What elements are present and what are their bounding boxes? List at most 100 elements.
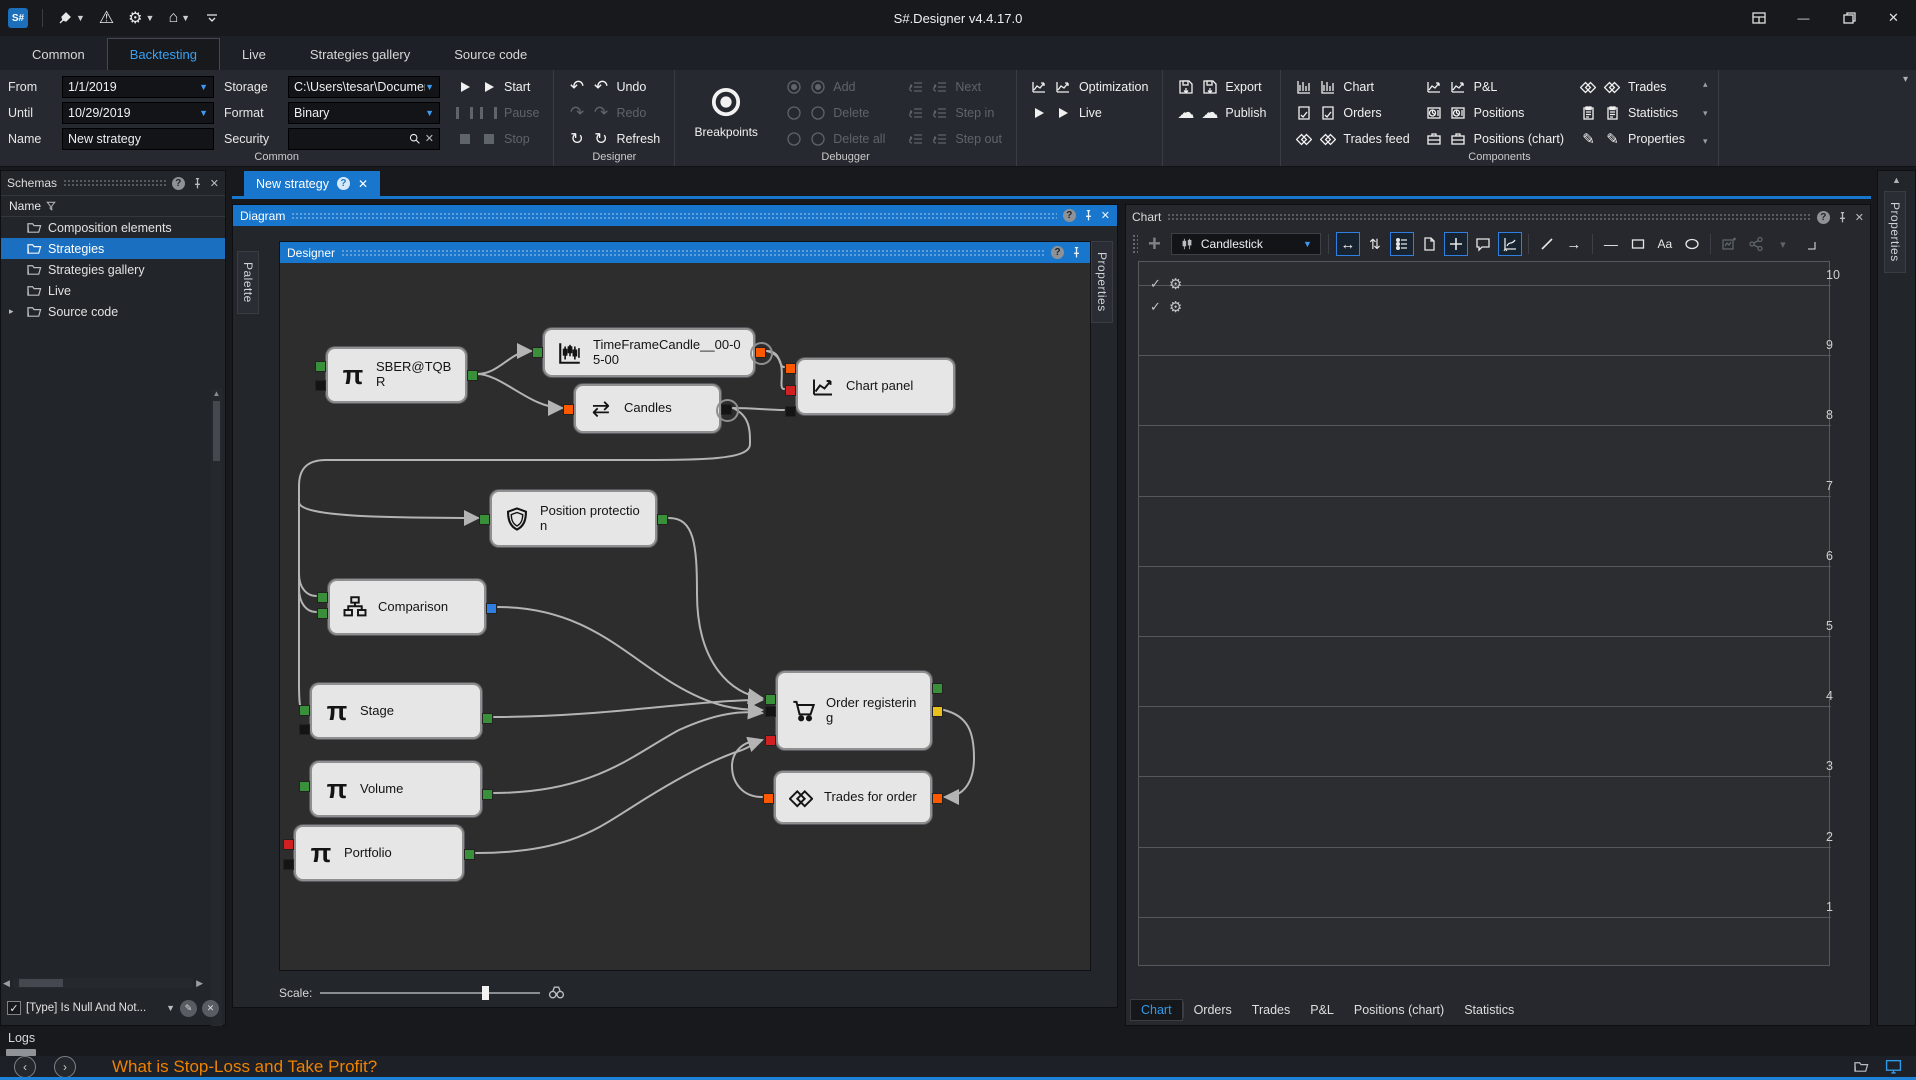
settings-gear-icon[interactable]: ⚙▼ xyxy=(128,8,154,28)
port-black[interactable] xyxy=(765,706,776,717)
scroll-up-icon[interactable]: ▲ xyxy=(1878,171,1915,189)
node-orderreg[interactable]: Order registering xyxy=(776,671,932,750)
panes-icon[interactable] xyxy=(1736,0,1781,36)
diagram-edge[interactable] xyxy=(476,740,762,853)
port-yellow[interactable] xyxy=(932,706,943,717)
gear-icon[interactable]: ⚙ xyxy=(1169,298,1182,316)
open-folder-icon[interactable] xyxy=(1854,1059,1869,1074)
node-portfolio[interactable]: πPortfolio xyxy=(294,825,464,881)
chevron-icon[interactable]: ▾ xyxy=(1703,136,1708,147)
scrollbar-thumb[interactable] xyxy=(19,979,63,987)
tree-horizontal-scrollbar[interactable]: ◀ ▶ xyxy=(3,976,203,990)
chart-tab-chart[interactable]: Chart xyxy=(1130,999,1183,1021)
port-green[interactable] xyxy=(479,514,490,525)
check-icon[interactable]: ✓ xyxy=(1150,299,1161,315)
port-black[interactable] xyxy=(315,380,326,391)
field-until-input[interactable]: 10/29/2019▼ xyxy=(62,102,214,124)
port-black[interactable] xyxy=(299,724,310,735)
tab-new-strategy[interactable]: New strategy ? ✕ xyxy=(244,171,380,196)
diagram-edge[interactable] xyxy=(669,518,762,698)
diagram-edge[interactable] xyxy=(494,712,762,793)
trades-button[interactable]: Trades xyxy=(1574,75,1691,99)
field-from-input[interactable]: 1/1/2019▼ xyxy=(62,76,214,98)
edit-filter-icon[interactable]: ✎ xyxy=(180,1000,197,1017)
properties-vertical-tab[interactable]: Properties xyxy=(1091,241,1113,323)
port-green[interactable] xyxy=(482,789,493,800)
port-red[interactable] xyxy=(785,385,796,396)
sidebar-item-source-code[interactable]: ▸Source code xyxy=(1,301,225,322)
minimize-icon[interactable]: — xyxy=(1781,0,1826,36)
customize-toolbar-icon[interactable] xyxy=(204,8,220,28)
scrollbar-thumb[interactable] xyxy=(213,401,220,461)
orders-button[interactable]: Orders xyxy=(1289,101,1415,125)
diagram-edge[interactable] xyxy=(299,408,750,709)
filter-checkbox[interactable]: ✓ xyxy=(7,1001,21,1015)
export-button[interactable]: Export xyxy=(1171,75,1272,99)
positions-(chart)-button[interactable]: Positions (chart) xyxy=(1420,127,1570,151)
chevron-icon[interactable]: ▴ xyxy=(1703,79,1708,90)
diagram-edge[interactable] xyxy=(299,502,478,518)
node-stage[interactable]: πStage xyxy=(310,683,482,739)
properties-button[interactable]: ✎✎Properties xyxy=(1574,127,1691,151)
binoculars-icon[interactable] xyxy=(548,984,565,1001)
node-tradesord[interactable]: Trades for order xyxy=(774,771,932,824)
start-button[interactable]: Start xyxy=(450,75,545,99)
filter-dropdown-icon[interactable]: ▼ xyxy=(166,1003,175,1013)
draw-line-button[interactable] xyxy=(1535,232,1559,256)
sidebar-item-live[interactable]: Live xyxy=(1,280,225,301)
new-area-button[interactable] xyxy=(1417,232,1441,256)
fit-range-button[interactable]: ↔ xyxy=(1336,232,1360,256)
close-icon[interactable]: ✕ xyxy=(358,177,368,191)
port-orange[interactable] xyxy=(755,347,766,358)
pin-icon[interactable] xyxy=(1070,246,1083,259)
p&l-button[interactable]: P&L xyxy=(1420,75,1570,99)
port-orange[interactable] xyxy=(932,793,943,804)
diagram-edge[interactable] xyxy=(944,710,974,797)
tree-column-header[interactable]: Name xyxy=(1,195,225,217)
draw-hline-button[interactable]: — xyxy=(1599,232,1623,256)
ribbon-tab-backtesting[interactable]: Backtesting xyxy=(107,38,220,70)
chart-tab-p&l[interactable]: P&L xyxy=(1300,1000,1344,1020)
properties-vertical-tab[interactable]: Properties xyxy=(1884,191,1906,273)
statistics-button[interactable]: Statistics xyxy=(1574,101,1691,125)
ribbon-tab-strategies-gallery[interactable]: Strategies gallery xyxy=(288,39,432,70)
palette-vertical-tab[interactable]: Palette xyxy=(237,251,259,314)
port-black[interactable] xyxy=(785,406,796,417)
port-green[interactable] xyxy=(317,608,328,619)
chart-tab-statistics[interactable]: Statistics xyxy=(1454,1000,1524,1020)
components-scroll-arrows[interactable]: ▴ ▾ ▾ xyxy=(1701,75,1710,151)
positions-button[interactable]: Positions xyxy=(1420,101,1570,125)
draw-rect-button[interactable] xyxy=(1626,232,1650,256)
zoom-slider[interactable] xyxy=(320,992,540,994)
port-green[interactable] xyxy=(532,347,543,358)
chevron-icon[interactable]: ▾ xyxy=(1703,108,1708,119)
zoom-slider-knob[interactable] xyxy=(482,986,489,1000)
help-icon[interactable]: ? xyxy=(1817,211,1830,224)
chart-tab-positions-chart-[interactable]: Positions (chart) xyxy=(1344,1000,1454,1020)
filter-funnel-icon[interactable] xyxy=(45,200,57,212)
field-storage-input[interactable]: C:\Users\tesar\Documer▼ xyxy=(288,76,440,98)
close-icon[interactable]: ✕ xyxy=(1101,209,1110,222)
field-format-input[interactable]: Binary▼ xyxy=(288,102,440,124)
chart-tab-trades[interactable]: Trades xyxy=(1242,1000,1300,1020)
port-orange[interactable] xyxy=(763,793,774,804)
close-icon[interactable]: ✕ xyxy=(1871,0,1916,36)
chart-plot-area[interactable] xyxy=(1138,261,1830,966)
draw-text-button[interactable]: Aa xyxy=(1653,232,1677,256)
diagram-edge[interactable] xyxy=(299,574,316,596)
gear-icon[interactable]: ⚙ xyxy=(1169,275,1182,293)
ribbon-collapse-icon[interactable]: ▾ xyxy=(1903,74,1908,85)
legend-button[interactable] xyxy=(1390,232,1414,256)
draw-ellipse-button[interactable] xyxy=(1680,232,1704,256)
add-indicator-button[interactable]: + xyxy=(1142,231,1167,257)
chart-tab-orders[interactable]: Orders xyxy=(1184,1000,1242,1020)
undo-button[interactable]: ↶↶Undo xyxy=(562,75,666,99)
diagram-edge[interactable] xyxy=(299,588,316,612)
port-blue[interactable] xyxy=(486,603,497,614)
diagram-edge[interactable] xyxy=(732,742,762,797)
chart-legend-row[interactable]: ✓⚙ xyxy=(1150,275,1182,293)
port-green[interactable] xyxy=(467,370,478,381)
next-hint-button[interactable]: › xyxy=(54,1056,76,1078)
port-green[interactable] xyxy=(464,849,475,860)
port-green[interactable] xyxy=(299,781,310,792)
